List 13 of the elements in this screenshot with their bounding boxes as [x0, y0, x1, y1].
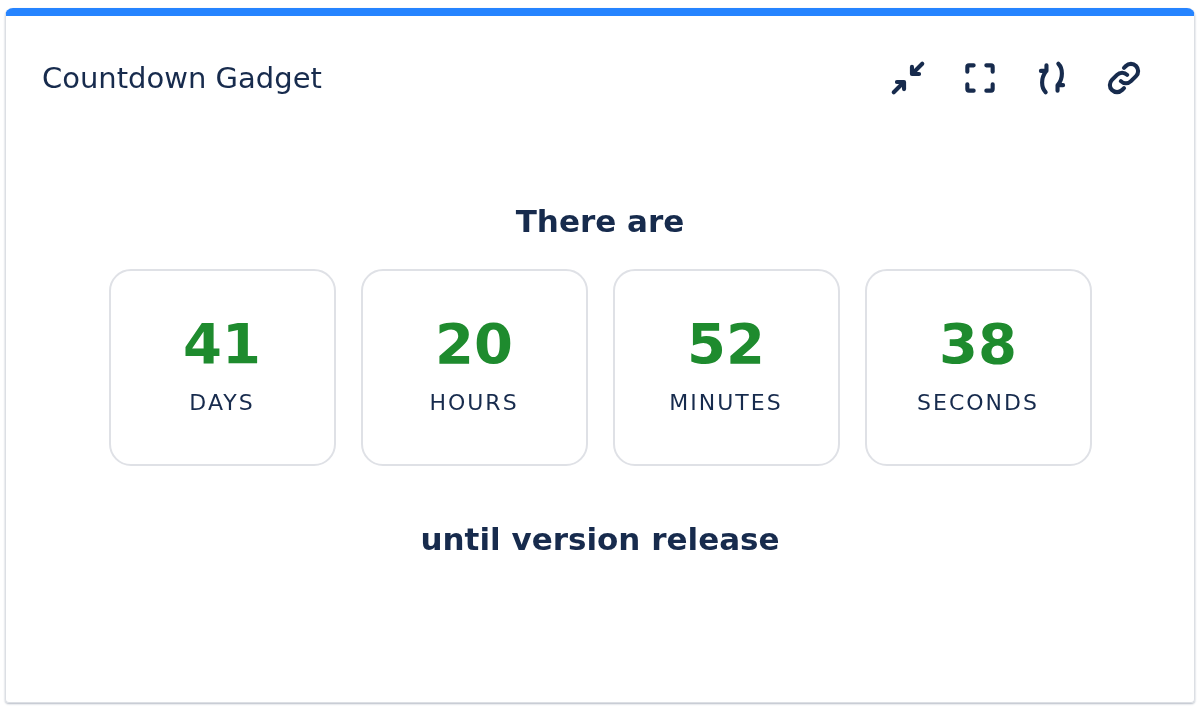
gadget-title: Countdown Gadget	[42, 60, 322, 96]
countdown-value: 41	[183, 315, 261, 372]
countdown-value: 52	[687, 315, 765, 372]
intro-text: There are	[515, 202, 685, 241]
unit-label: HOURS	[429, 388, 519, 417]
unit-label: MINUTES	[669, 388, 783, 417]
link-icon	[1105, 59, 1143, 97]
minimize-icon	[889, 59, 927, 97]
unit-label: SECONDS	[917, 388, 1039, 417]
unit-label: DAYS	[189, 388, 255, 417]
countdown-value: 38	[939, 315, 1017, 372]
outro-text: until version release	[420, 519, 780, 559]
countdown-value: 20	[435, 315, 513, 372]
